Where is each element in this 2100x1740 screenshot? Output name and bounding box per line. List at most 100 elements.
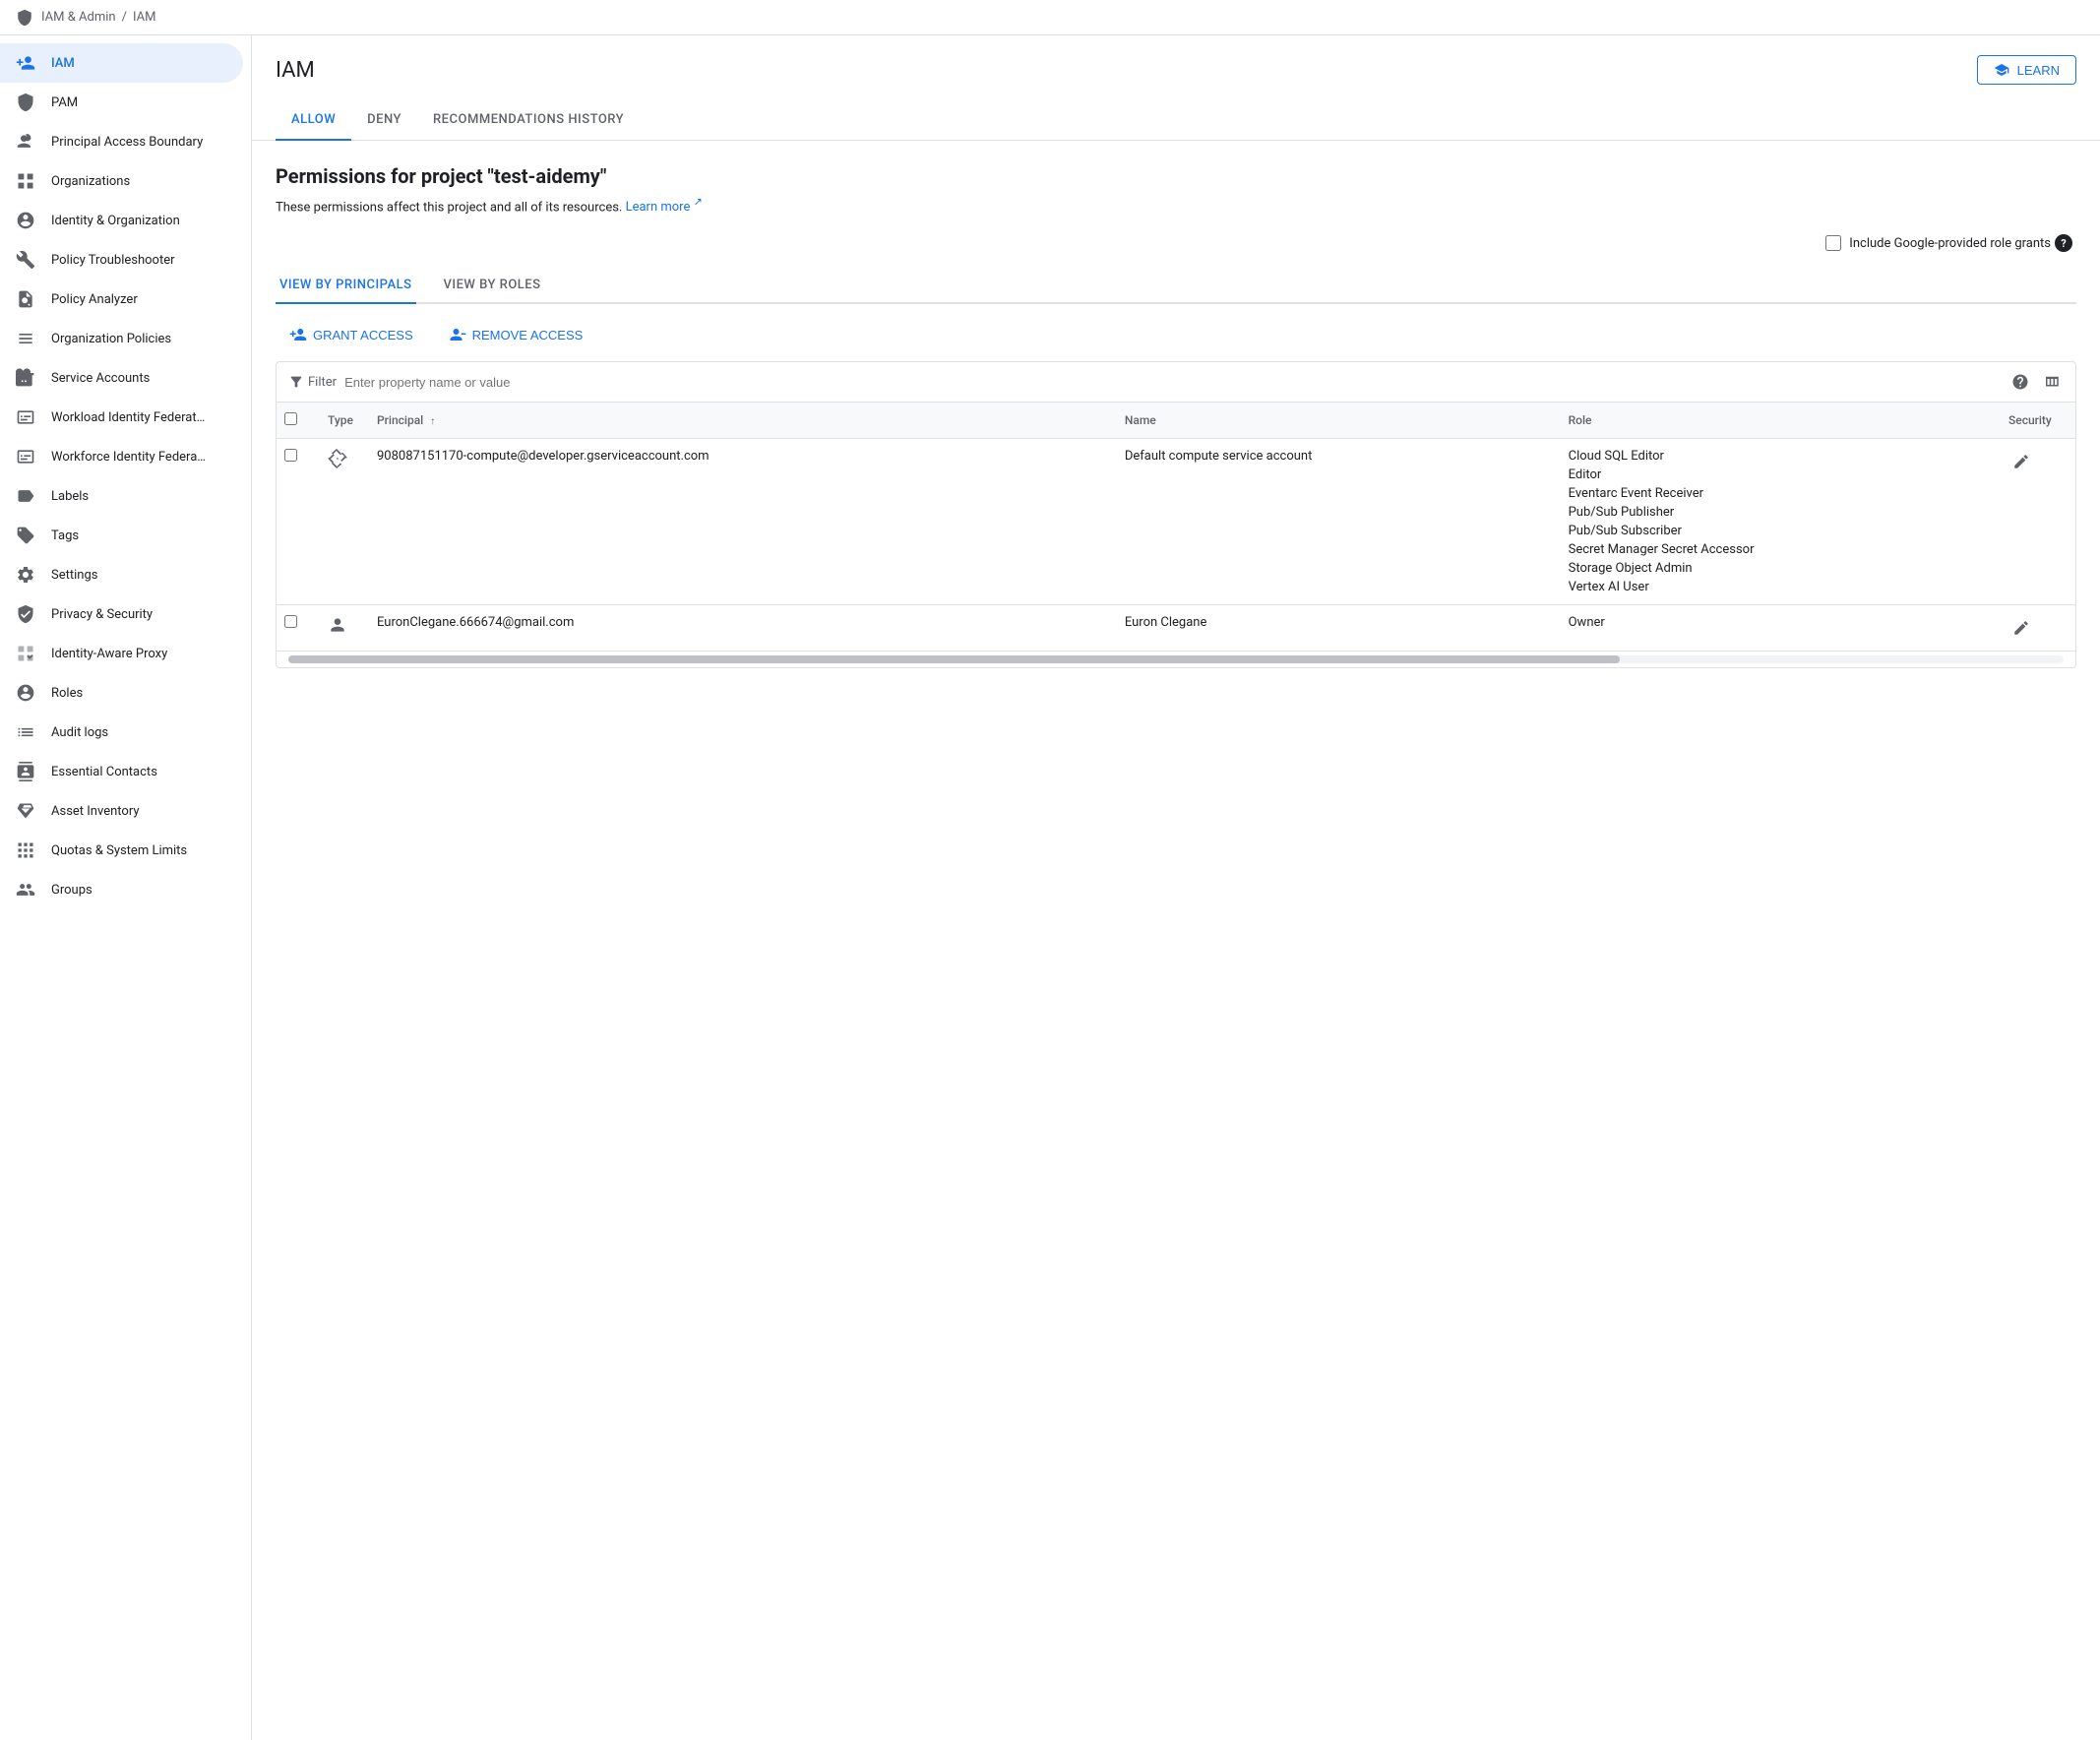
remove-icon [449,326,466,343]
row2-checkbox-cell [277,605,316,652]
row2-checkbox[interactable] [284,615,297,628]
sub-tab-view-by-roles[interactable]: VIEW BY ROLES [440,268,545,304]
sidebar-item-policy-troubleshooter[interactable]: Policy Troubleshooter [0,240,243,280]
remove-access-button[interactable]: REMOVE ACCESS [435,320,597,349]
sub-tabs: VIEW BY PRINCIPALS VIEW BY ROLES [276,268,2076,304]
filter-input[interactable] [344,375,2001,390]
row1-roles-cell: Cloud SQL Editor Editor Eventarc Event R… [1557,439,1997,605]
role-item: Pub/Sub Subscriber [1569,524,1985,538]
document-search-icon [16,289,35,309]
sidebar-item-audit-logs[interactable]: Audit logs [0,713,243,752]
row1-checkbox[interactable] [284,449,297,462]
sidebar-label-iam: IAM [51,56,75,71]
manage-accounts-icon [16,132,35,152]
topbar: IAM & Admin / IAM [0,0,2100,35]
sidebar-label-iap: Identity-Aware Proxy [51,647,167,661]
row2-edit-button[interactable] [2008,615,2034,641]
sidebar-label-pam: PAM [51,95,78,110]
col-role: Role [1557,403,1997,439]
list-alt-icon [16,329,35,348]
grid-icon [16,171,35,191]
graduation-cap-icon [1994,62,2009,78]
breadcrumb-iam-admin[interactable]: IAM & Admin [41,10,116,25]
row2-name-cell: Euron Clegane [1113,605,1557,652]
row1-edit-button[interactable] [2008,449,2034,474]
shield-icon [16,9,33,27]
row2-roles-cell: Owner [1557,605,1997,652]
sidebar-item-essential-contacts[interactable]: Essential Contacts [0,752,243,791]
person-circle-icon [16,211,35,230]
col-principal[interactable]: Principal ↑ [365,403,1113,439]
role-item: Pub/Sub Publisher [1569,505,1985,520]
table-header-row: Type Principal ↑ Name Role [277,403,2075,439]
sidebar-item-settings[interactable]: Settings [0,555,243,594]
external-link-icon: ↗ [694,196,703,209]
sidebar-item-privacy-security[interactable]: Privacy & Security [0,594,243,634]
include-google-roles-checkbox[interactable] [1825,235,1841,251]
sidebar-item-organizations[interactable]: Organizations [0,161,243,201]
filter-icon: Filter [288,374,337,390]
sidebar-item-service-accounts[interactable]: Service Accounts [0,358,243,398]
sidebar-item-groups[interactable]: Groups [0,870,243,909]
service-account-icon [328,454,347,472]
tag-arrow-icon [16,526,35,545]
sidebar-label-settings: Settings [51,568,97,583]
sidebar-item-organization-policies[interactable]: Organization Policies [0,319,243,358]
table-row: EuronClegane.666674@gmail.com Euron Cleg… [277,605,2075,652]
learn-button[interactable]: LEARN [1977,55,2076,85]
columns-icon[interactable] [2040,370,2064,394]
sub-tab-view-by-principals[interactable]: VIEW BY PRINCIPALS [276,268,416,304]
breadcrumb-iam: IAM [133,10,155,25]
sidebar-item-roles[interactable]: Roles [0,673,243,713]
person-role-icon [16,683,35,703]
sidebar-item-identity-organization[interactable]: Identity & Organization [0,201,243,240]
sidebar-item-pam[interactable]: PAM [0,83,243,122]
table-row: 908087151170-compute@developer.gservicea… [277,439,2075,605]
tab-recommendations-history[interactable]: RECOMMENDATIONS HISTORY [417,100,640,141]
learn-more-link[interactable]: Learn more ↗ [626,200,703,215]
select-all-checkbox[interactable] [284,412,297,425]
sidebar-item-asset-inventory[interactable]: Asset Inventory [0,791,243,831]
row1-principal-cell: 908087151170-compute@developer.gservicea… [365,439,1113,605]
sidebar-label-quotas: Quotas & System Limits [51,843,187,858]
contact-card-icon [16,762,35,781]
sidebar-item-identity-aware-proxy[interactable]: Identity-Aware Proxy [0,634,243,673]
sidebar-label-privacy-security: Privacy & Security [51,607,153,622]
content-body: Permissions for project "test-aidemy" Th… [252,141,2100,692]
sidebar-label-essential-contacts: Essential Contacts [51,765,157,779]
sidebar-label-identity-org: Identity & Organization [51,214,180,228]
row1-type-cell [316,439,365,605]
horizontal-scrollbar[interactable] [277,651,2075,667]
include-google-roles-row: Include Google-provided role grants ? [276,234,2076,252]
page-title: IAM [276,58,315,83]
tab-deny[interactable]: DENY [351,100,417,141]
role-item: Secret Manager Secret Accessor [1569,542,1985,557]
row1-checkbox-cell [277,439,316,605]
content-header: IAM LEARN [252,35,2100,85]
help-table-icon[interactable] [2008,370,2032,394]
tag-icon [16,486,35,506]
row2-principal-cell: EuronClegane.666674@gmail.com [365,605,1113,652]
include-google-roles-label[interactable]: Include Google-provided role grants [1825,235,2051,251]
filter-bar: Filter [277,362,2075,403]
sidebar-item-workforce-identity[interactable]: Workforce Identity Federa… [0,437,243,476]
wrench-icon [16,250,35,270]
permissions-title: Permissions for project "test-aidemy" [276,164,2076,188]
sidebar-item-workload-identity[interactable]: Workload Identity Federat… [0,398,243,437]
sidebar-item-labels[interactable]: Labels [0,476,243,516]
sidebar-item-iam[interactable]: IAM [0,43,243,83]
sidebar-item-tags[interactable]: Tags [0,516,243,555]
sidebar-item-principal-access-boundary[interactable]: Principal Access Boundary [0,122,243,161]
sidebar-label-labels: Labels [51,489,89,504]
breadcrumb-separator: / [122,10,127,25]
grant-icon [289,326,307,343]
grant-access-button[interactable]: GRANT ACCESS [276,320,427,349]
sidebar-item-policy-analyzer[interactable]: Policy Analyzer [0,280,243,319]
pam-icon [16,93,35,112]
sidebar-item-quotas[interactable]: Quotas & System Limits [0,831,243,870]
tab-allow[interactable]: ALLOW [276,100,351,141]
iam-table: Filter [276,361,2076,668]
role-item: Cloud SQL Editor [1569,449,1985,464]
help-icon[interactable]: ? [2055,234,2072,252]
scroll-thumb[interactable] [288,655,1620,663]
